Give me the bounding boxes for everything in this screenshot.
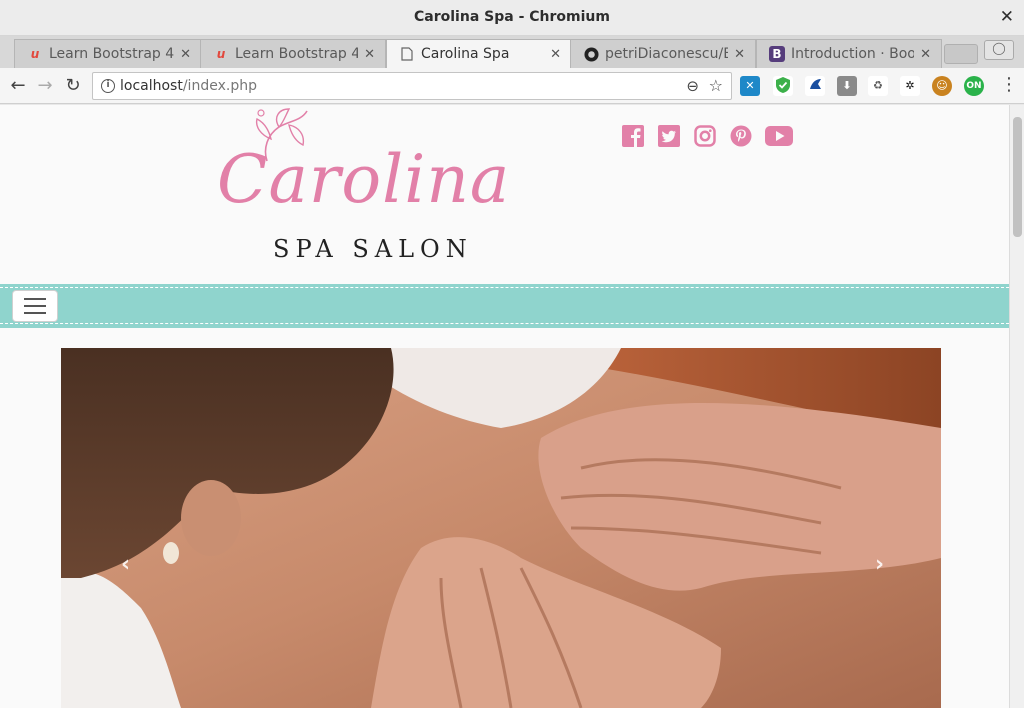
page-viewport: Carolina SPA SALON ‹ ›: [0, 105, 1009, 708]
tab-close-icon[interactable]: ✕: [180, 47, 191, 62]
carousel-image: [61, 348, 941, 708]
recycle-icon[interactable]: ♻: [868, 76, 888, 96]
new-tab-button[interactable]: [944, 44, 978, 64]
twitter-icon[interactable]: [656, 123, 682, 149]
tab-learn-bootstrap-2[interactable]: u Learn Bootstrap 4 ✕: [200, 39, 386, 68]
profile-icon[interactable]: ◯: [984, 40, 1014, 60]
tab-bootstrap-intro[interactable]: B Introduction · Boot ✕: [756, 39, 942, 68]
brand-tagline: SPA SALON: [273, 235, 473, 263]
shield-icon[interactable]: [773, 76, 793, 96]
forward-arrow-icon[interactable]: →: [33, 74, 57, 98]
navbar-toggler-button[interactable]: [12, 290, 58, 322]
tab-github[interactable]: petriDiaconescu/B ✕: [570, 39, 756, 68]
url-path: /index.php: [182, 78, 257, 94]
tab-learn-bootstrap-1[interactable]: u Learn Bootstrap 4 ✕: [14, 39, 202, 68]
tab-close-icon[interactable]: ✕: [550, 47, 561, 62]
power-icon[interactable]: ON: [964, 76, 984, 96]
back-arrow-icon[interactable]: ←: [6, 74, 30, 98]
app-icon[interactable]: ✕: [740, 76, 760, 96]
url-text: localhost/index.php: [120, 78, 257, 94]
address-bar[interactable]: i localhost/index.php ⊖ ☆: [92, 72, 732, 100]
tab-label: Learn Bootstrap 4: [235, 46, 359, 62]
paw-icon[interactable]: ✲: [900, 76, 920, 96]
youtube-icon[interactable]: [764, 123, 794, 149]
face-icon[interactable]: ☺: [932, 76, 952, 96]
browser-toolbar: ← → ↻ i localhost/index.php ⊖ ☆ ✕ ⬇ ♻ ✲ …: [0, 68, 1024, 104]
navbar-dashed-border-top: [0, 287, 1009, 288]
browser-menu-icon[interactable]: ⋮: [1000, 74, 1018, 95]
site-logo[interactable]: Carolina SPA SALON: [215, 105, 509, 275]
github-favicon-icon: [583, 46, 599, 62]
tab-label: petriDiaconescu/B: [605, 46, 729, 62]
tab-label: Learn Bootstrap 4: [49, 46, 175, 62]
social-links: [620, 123, 794, 149]
main-navbar: [0, 284, 1009, 328]
reload-icon[interactable]: ↻: [61, 74, 85, 98]
bookmark-star-icon[interactable]: ☆: [709, 76, 723, 95]
tab-label: Introduction · Boot: [791, 46, 915, 62]
hamburger-line: [24, 298, 46, 300]
zoom-icon[interactable]: ⊖: [686, 77, 699, 95]
download-icon[interactable]: ⬇: [837, 76, 857, 96]
pinterest-icon[interactable]: [728, 123, 754, 149]
instagram-icon[interactable]: [692, 123, 718, 149]
url-host: localhost: [120, 78, 183, 94]
facebook-icon[interactable]: [620, 123, 646, 149]
udemy-favicon-icon: u: [216, 47, 226, 61]
tab-label: Carolina Spa: [421, 46, 510, 62]
page-favicon-icon: [399, 46, 415, 62]
tab-strip: u Learn Bootstrap 4 ✕ u Learn Bootstrap …: [0, 36, 1024, 68]
scrollbar-thumb[interactable]: [1013, 117, 1022, 237]
window-close-icon[interactable]: ✕: [1000, 7, 1014, 27]
carousel-prev-icon[interactable]: ‹: [121, 552, 130, 577]
window-title: Carolina Spa - Chromium: [414, 9, 610, 25]
hamburger-line: [24, 312, 46, 314]
udemy-favicon-icon: u: [30, 47, 40, 61]
brand-name: Carolina: [217, 141, 511, 218]
tab-close-icon[interactable]: ✕: [920, 47, 931, 62]
hamburger-line: [24, 305, 46, 307]
navbar-dashed-border-bottom: [0, 323, 1009, 324]
page-scrollbar[interactable]: [1009, 105, 1024, 708]
tab-close-icon[interactable]: ✕: [364, 47, 375, 62]
info-icon[interactable]: i: [101, 79, 115, 93]
carousel-next-icon[interactable]: ›: [875, 552, 884, 577]
tab-close-icon[interactable]: ✕: [734, 47, 745, 62]
tab-carolina-spa[interactable]: Carolina Spa ✕: [386, 39, 572, 68]
hero-carousel[interactable]: ‹ ›: [61, 348, 941, 708]
bootstrap-favicon-icon: B: [769, 46, 785, 62]
window-titlebar: Carolina Spa - Chromium ✕: [0, 0, 1024, 36]
arrow-icon[interactable]: [805, 76, 825, 96]
